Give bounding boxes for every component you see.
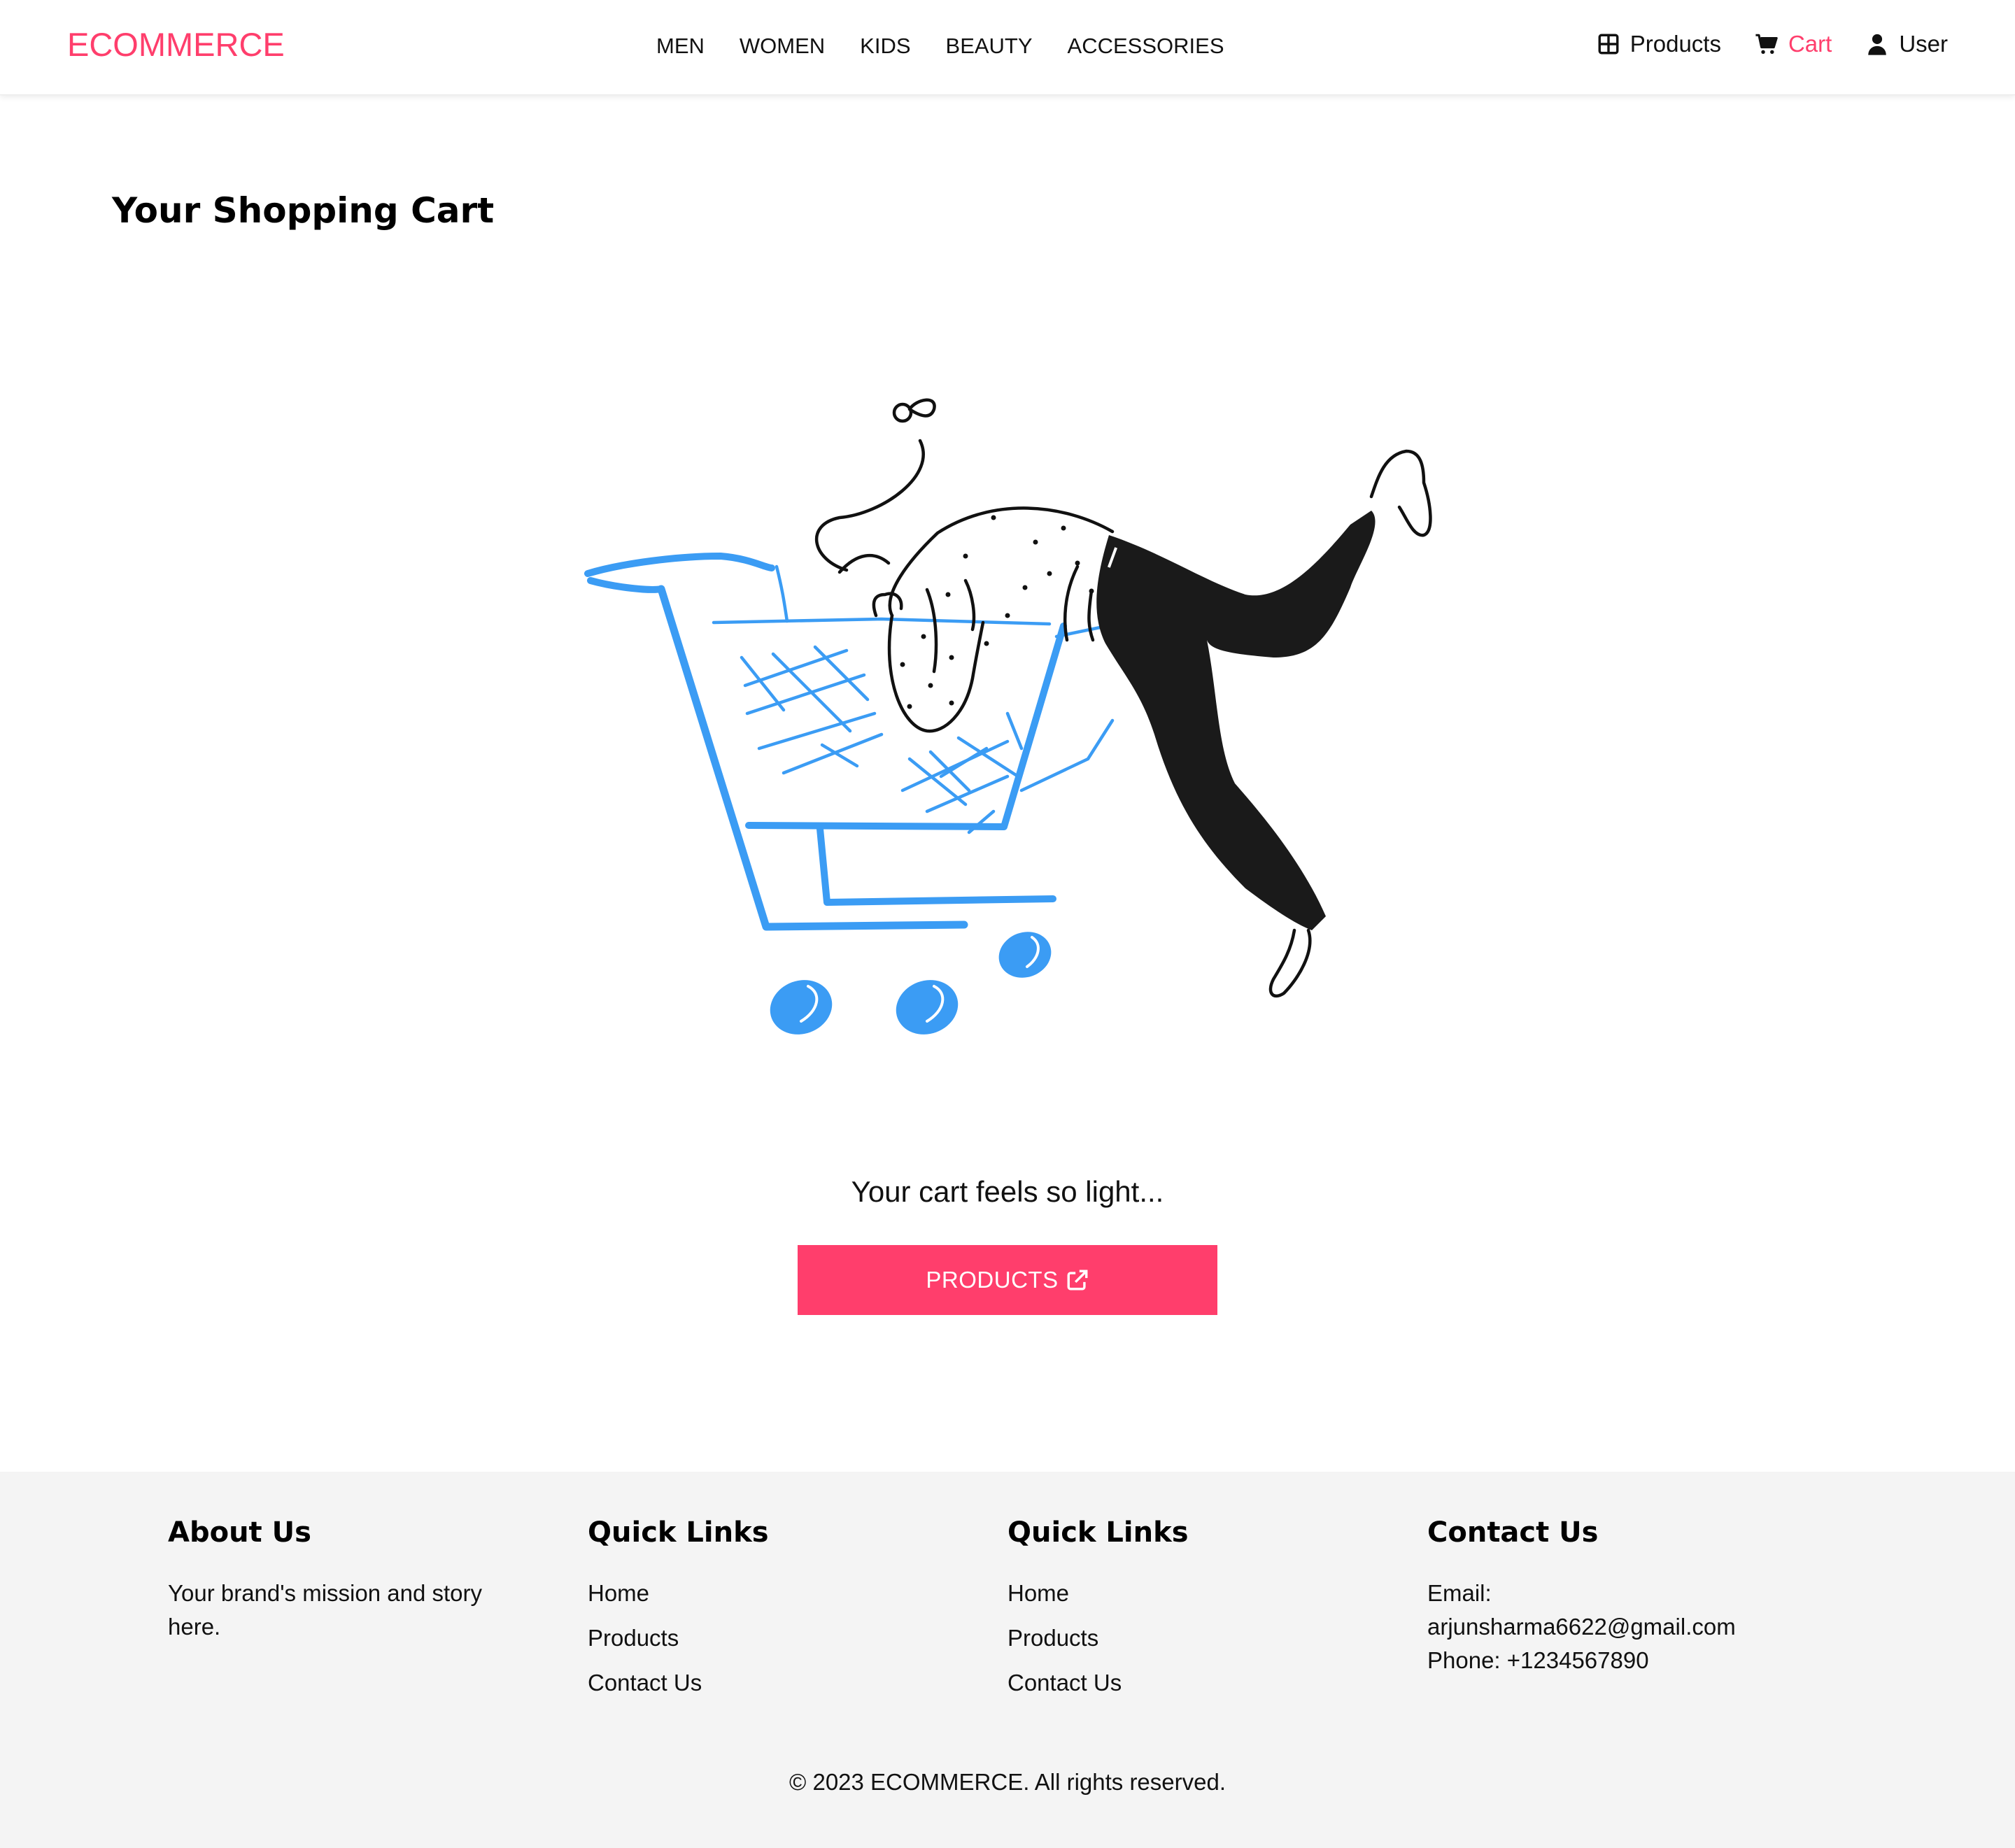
- nav-user[interactable]: User: [1865, 31, 1948, 57]
- nav-link-accessories[interactable]: ACCESSORIES: [1068, 34, 1224, 59]
- footer-quick-links-heading: Quick Links: [588, 1516, 769, 1549]
- footer-link-home[interactable]: Home: [588, 1577, 952, 1610]
- account-nav: Products Cart User: [1563, 31, 1948, 57]
- footer-about-heading: About Us: [168, 1516, 311, 1549]
- footer-contact-heading: Contact Us: [1427, 1516, 1599, 1549]
- nav-link-men[interactable]: MEN: [656, 34, 705, 59]
- footer-about: About Us Your brand's mission and story …: [168, 1516, 532, 1644]
- footer-link-contact[interactable]: Contact Us: [588, 1666, 952, 1700]
- grid-icon: [1598, 34, 1619, 55]
- top-navbar: ECOMMERCE MEN WOMEN KIDS BEAUTY ACCESSOR…: [0, 0, 2015, 95]
- nav-products[interactable]: Products: [1597, 31, 1721, 57]
- nav-cart[interactable]: Cart: [1755, 31, 1832, 57]
- footer-phone: Phone: +1234567890: [1427, 1647, 1649, 1673]
- brand-logo[interactable]: ECOMMERCE: [67, 25, 285, 64]
- empty-cart-message: Your cart feels so light...: [851, 1175, 1164, 1208]
- footer-about-text: Your brand's mission and story here.: [168, 1580, 482, 1640]
- footer-contact: Contact Us Email: arjunsharma6622@gmail.…: [1427, 1516, 1791, 1677]
- products-button[interactable]: PRODUCTS: [798, 1245, 1217, 1315]
- copyright-text: © 2023 ECOMMERCE. All rights reserved.: [789, 1769, 1226, 1795]
- nav-cart-label: Cart: [1788, 31, 1832, 57]
- category-nav: MEN WOMEN KIDS BEAUTY ACCESSORIES: [656, 34, 1259, 59]
- page-title: Your Shopping Cart: [112, 190, 495, 231]
- footer-quick-links-2: Quick Links Home Products Contact Us: [1008, 1516, 1371, 1711]
- nav-user-label: User: [1899, 31, 1948, 57]
- products-button-label: PRODUCTS: [926, 1267, 1059, 1293]
- footer-quick-links-heading: Quick Links: [1008, 1516, 1189, 1549]
- footer-quick-links-1: Quick Links Home Products Contact Us: [588, 1516, 952, 1711]
- external-link-icon: [1067, 1270, 1088, 1291]
- nav-link-women[interactable]: WOMEN: [740, 34, 825, 59]
- footer-link-products[interactable]: Products: [1008, 1621, 1371, 1655]
- empty-cart-illustration: [584, 398, 1432, 1035]
- site-footer: About Us Your brand's mission and story …: [0, 1472, 2015, 1848]
- user-icon: [1868, 34, 1887, 55]
- footer-email[interactable]: arjunsharma6622@gmail.com: [1427, 1610, 1791, 1644]
- footer-email-label: Email:: [1427, 1580, 1492, 1606]
- footer-link-products[interactable]: Products: [588, 1621, 952, 1655]
- nav-link-beauty[interactable]: BEAUTY: [946, 34, 1033, 59]
- cart-icon: [1755, 34, 1778, 55]
- nav-products-label: Products: [1629, 31, 1721, 57]
- footer-link-contact[interactable]: Contact Us: [1008, 1666, 1371, 1700]
- footer-link-home[interactable]: Home: [1008, 1577, 1371, 1610]
- nav-link-kids[interactable]: KIDS: [860, 34, 910, 59]
